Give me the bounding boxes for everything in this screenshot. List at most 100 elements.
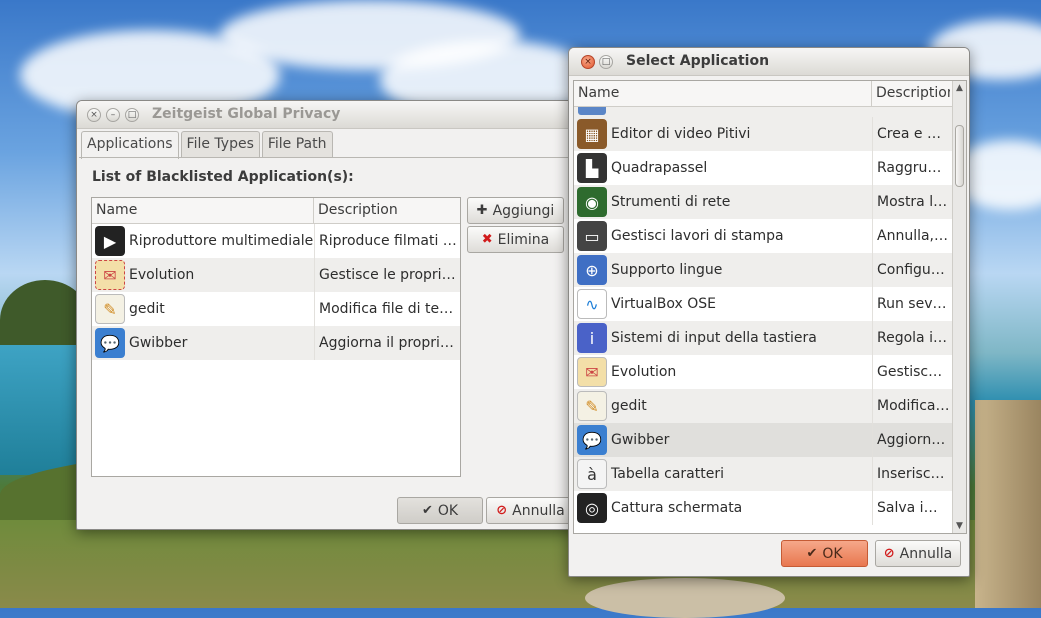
table-row[interactable]: ◉ Strumenti di rete Mostra le… — [574, 185, 966, 219]
evolution-mail-icon: ✉ — [577, 357, 607, 387]
cancel-button[interactable]: ⊘ Annulla — [486, 497, 575, 524]
cancel-button[interactable]: ⊘ Annulla — [875, 540, 961, 567]
name-cell: ⊕ Supporto lingue — [574, 255, 872, 285]
app-description: Modifica … — [872, 389, 950, 423]
tab-file-types[interactable]: File Types — [180, 131, 260, 157]
table-row[interactable]: i Sistemi di input della tastiera Regola i… — [574, 321, 966, 355]
app-description: Configur… — [872, 253, 950, 287]
tab-bar: Applications File Types File Path — [81, 131, 335, 159]
app-description: Inserisce … — [872, 457, 950, 491]
camera-lens-icon: ◎ — [577, 493, 607, 523]
video-clapper-icon: ▶ — [95, 226, 125, 256]
name-cell: ◉ Strumenti di rete — [574, 187, 872, 217]
maximize-icon[interactable]: □ — [599, 55, 613, 69]
app-name: Gestisci lavori di stampa — [611, 228, 784, 244]
remove-button[interactable]: ✖ Elimina — [467, 226, 564, 253]
partial-row — [574, 107, 966, 117]
column-name-header[interactable]: Name — [574, 81, 872, 106]
name-cell: ◎ Cattura schermata — [574, 493, 872, 523]
table-row[interactable]: 💬 Gwibber Aggiorna il propri… — [92, 326, 460, 360]
table-row[interactable]: ▦ Editor di video Pitivi Crea e m… — [574, 117, 966, 151]
app-description: Annulla, … — [872, 219, 950, 253]
table-row[interactable]: à Tabella caratteri Inserisce … — [574, 457, 966, 491]
name-cell: ▶ Riproduttore multimediale — [92, 226, 314, 256]
app-name: Supporto lingue — [611, 262, 723, 278]
gedit-pencil-icon: ✎ — [577, 391, 607, 421]
scroll-down-icon[interactable]: ▼ — [953, 521, 966, 531]
radar-network-icon: ◉ — [577, 187, 607, 217]
window-title: Select Application — [626, 53, 770, 69]
column-description-header[interactable]: Description — [872, 81, 950, 106]
quadrapassel-blocks-icon: ▙ — [577, 153, 607, 183]
name-cell: ▙ Quadrapassel — [574, 153, 872, 183]
gedit-pencil-icon: ✎ — [95, 294, 125, 324]
tab-applications[interactable]: Applications — [81, 131, 179, 159]
table-row[interactable]: 💬GwibberAggiorna … — [574, 423, 966, 457]
table-header: Name Description — [574, 81, 966, 107]
globe-language-icon: ⊕ — [577, 255, 607, 285]
name-cell: ✉ Evolution — [92, 260, 314, 290]
column-name-header[interactable]: Name — [92, 198, 314, 223]
app-name: Sistemi di input della tastiera — [611, 330, 817, 346]
name-cell: 💬 Gwibber — [574, 425, 872, 455]
cancel-icon: ⊘ — [883, 546, 895, 561]
app-description: Modifica file di te… — [314, 292, 460, 326]
evolution-mail-icon: ✉ — [95, 260, 125, 290]
table-row[interactable]: ✎ gedit Modifica file di te… — [92, 292, 460, 326]
app-name: Tabella caratteri — [611, 466, 724, 482]
section-label: List of Blacklisted Application(s): — [92, 169, 354, 185]
column-description-header[interactable]: Description — [314, 198, 460, 223]
table-row[interactable]: ✎ gedit Modifica … — [574, 389, 966, 423]
tab-file-path[interactable]: File Path — [261, 131, 333, 157]
applications-table[interactable]: Name Description ▦ Editor di video Pitivi… — [573, 80, 967, 534]
table-row[interactable]: ∿VirtualBox OSERun sever… — [574, 287, 966, 321]
scroll-up-icon[interactable]: ▲ — [953, 83, 966, 93]
blacklist-table[interactable]: Name Description ▶ Riproduttore multimed… — [91, 197, 461, 477]
app-name: Strumenti di rete — [611, 194, 731, 210]
character-map-icon: à — [577, 459, 607, 489]
privacy-titlebar[interactable]: × – □ Zeitgeist Global Privacy — [77, 101, 575, 129]
name-cell: ▭ Gestisci lavori di stampa — [574, 221, 872, 251]
table-row[interactable]: ◎ Cattura schermata Salva im… — [574, 491, 966, 525]
maximize-icon[interactable]: □ — [125, 108, 139, 122]
app-name: Quadrapassel — [611, 160, 708, 176]
app-name: Editor di video Pitivi — [611, 126, 751, 142]
minimize-icon[interactable]: – — [106, 108, 120, 122]
app-name: VirtualBox OSE — [611, 296, 716, 312]
checkmark-icon: ✔ — [421, 503, 433, 518]
cancel-label: Annulla — [512, 502, 565, 519]
app-description: Gestisce le propri… — [314, 258, 460, 292]
select-titlebar[interactable]: × □ Select Application — [569, 48, 969, 76]
ok-button[interactable]: ✔ OK — [781, 540, 868, 567]
table-row[interactable]: ▭ Gestisci lavori di stampa Annulla, … — [574, 219, 966, 253]
table-row[interactable]: ✉EvolutionGestisce l… — [574, 355, 966, 389]
app-description: Crea e m… — [872, 117, 950, 151]
table-row[interactable]: ✉ Evolution Gestisce le propri… — [92, 258, 460, 292]
add-button[interactable]: ✚ Aggiungi — [467, 197, 564, 224]
table-row[interactable]: ▙ Quadrapassel Raggrup… — [574, 151, 966, 185]
app-description: Aggiorna il propri… — [314, 326, 460, 360]
table-row[interactable]: ▶ Riproduttore multimediale Riproduce fi… — [92, 224, 460, 258]
app-description: Regola i s… — [872, 321, 950, 355]
add-label: Aggiungi — [492, 202, 555, 219]
select-application-window: × □ Select Application Name Description … — [568, 47, 970, 577]
name-cell: i Sistemi di input della tastiera — [574, 323, 872, 353]
name-cell: à Tabella caratteri — [574, 459, 872, 489]
scrollbar-thumb[interactable] — [955, 125, 964, 187]
ok-button[interactable]: ✔ OK — [397, 497, 483, 524]
close-icon[interactable]: × — [581, 55, 595, 69]
vertical-scrollbar[interactable]: ▲ ▼ — [952, 81, 966, 533]
gwibber-speech-icon: 💬 — [577, 425, 607, 455]
app-name: Evolution — [611, 364, 677, 380]
name-cell: ✎ gedit — [92, 294, 314, 324]
virtualbox-monitor-icon: ∿ — [577, 289, 607, 319]
cancel-icon: ⊘ — [496, 503, 508, 518]
app-description: Aggiorna … — [872, 423, 950, 457]
close-icon[interactable]: × — [87, 108, 101, 122]
table-row[interactable]: ⊕ Supporto lingue Configur… — [574, 253, 966, 287]
privacy-window: × – □ Zeitgeist Global Privacy Applicati… — [76, 100, 576, 530]
app-name: Gwibber — [129, 335, 188, 351]
applications-rows: ▦ Editor di video Pitivi Crea e m… ▙ Quadrap… — [574, 117, 966, 525]
app-description: Raggrup… — [872, 151, 950, 185]
plus-icon: ✚ — [476, 203, 488, 218]
